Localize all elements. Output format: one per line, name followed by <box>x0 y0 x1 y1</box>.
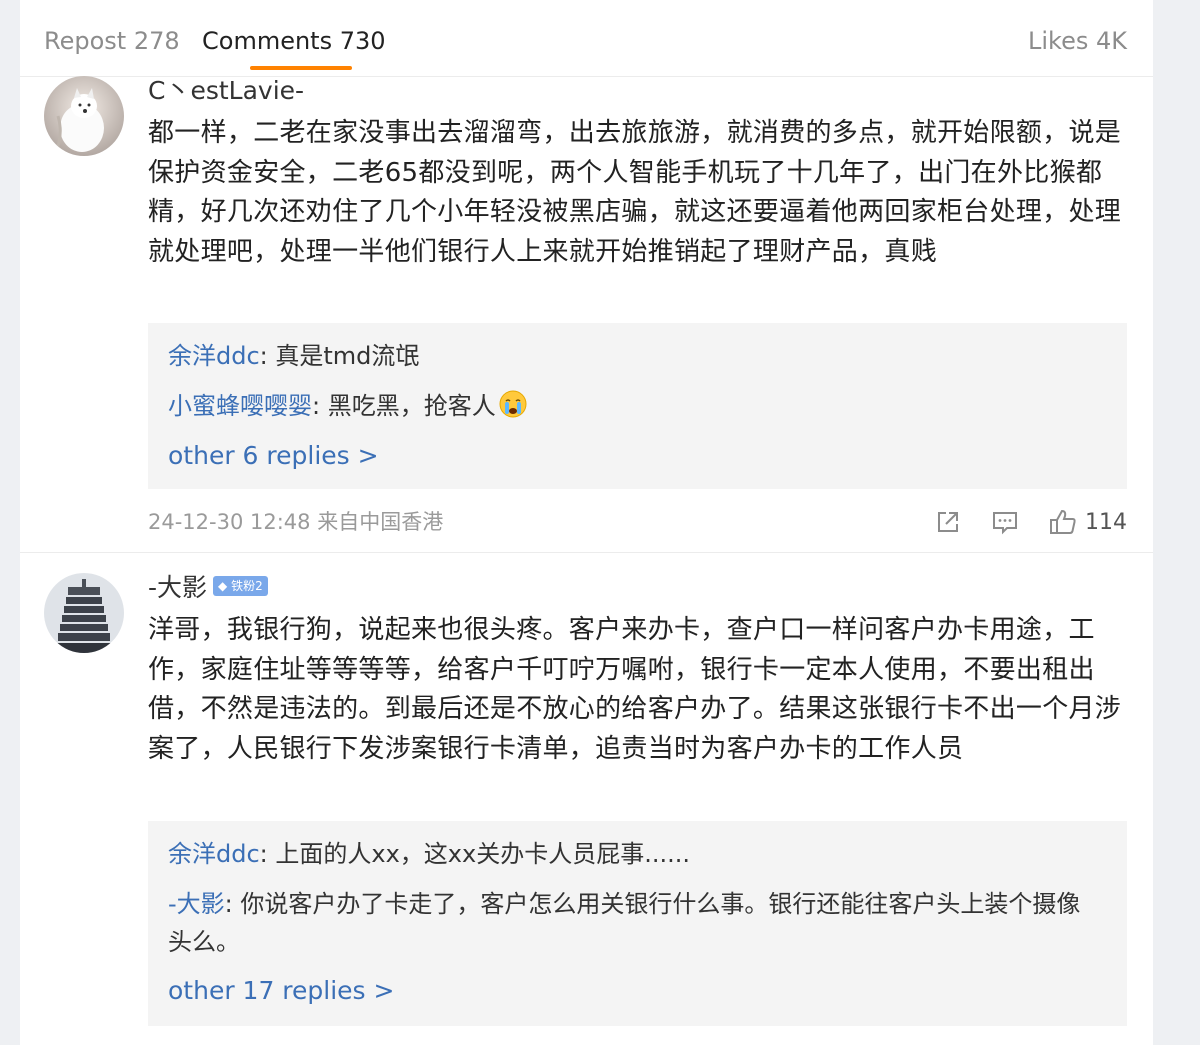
like-count: 114 <box>1085 509 1127 535</box>
avatar-dog-image <box>44 76 124 156</box>
comment-username[interactable]: -大影 <box>148 573 207 602</box>
reply-item: 小蜜蜂嘤嘤婴: 黑吃黑，抢客人 <box>168 387 1098 425</box>
comments-panel: Repost 278 Comments 730 Likes 4K C丶estLa… <box>20 0 1153 1045</box>
comment-actions: 114 <box>935 507 1127 537</box>
comment-username-row: -大影 ◆ 铁粉2 <box>148 573 268 603</box>
comment-timestamp-location: 24-12-30 12:48 来自中国香港 <box>148 510 444 534</box>
more-replies-link[interactable]: other 17 replies > <box>168 975 394 1007</box>
tab-likes[interactable]: Likes 4K <box>1028 26 1127 56</box>
avatar[interactable] <box>44 76 124 156</box>
active-tab-indicator <box>250 66 352 70</box>
reply-text: : 黑吃黑，抢客人 <box>312 392 496 420</box>
tab-comments[interactable]: Comments 730 <box>202 26 386 56</box>
fan-badge-label: 铁粉2 <box>231 579 263 593</box>
comment-text: 都一样，二老在家没事出去溜溜弯，出去旅旅游，就消费的多点，就开始限额，说是保护资… <box>148 118 1122 267</box>
reply-item: 余洋ddc: 真是tmd流氓 <box>168 337 1098 375</box>
reply-text: : 真是tmd流氓 <box>259 342 420 370</box>
more-replies-link[interactable]: other 6 replies > <box>168 440 379 472</box>
reply-username[interactable]: 余洋ddc <box>168 840 260 868</box>
reply-username[interactable]: 小蜜蜂嘤嘤婴 <box>168 392 312 420</box>
thumbs-up-icon <box>1050 509 1076 534</box>
comment-button[interactable] <box>991 509 1019 535</box>
reply-text: : 你说客户办了卡走了，客户怎么用关银行什么事。银行还能往客户头上装个摄像头么。 <box>168 890 1081 956</box>
share-icon <box>938 512 958 532</box>
share-button[interactable] <box>935 509 961 535</box>
like-button[interactable]: 114 <box>1049 508 1127 536</box>
tab-repost[interactable]: Repost 278 <box>44 26 180 56</box>
reply-username[interactable]: -大影 <box>168 890 225 918</box>
reply-item: 余洋ddc: 上面的人xx，这xx关办卡人员屁事...... <box>168 835 1098 873</box>
avatar-pagoda-image <box>44 573 124 653</box>
reply-item: -大影: 你说客户办了卡走了，客户怎么用关银行什么事。银行还能往客户头上装个摄像… <box>168 885 1098 961</box>
comment-divider <box>20 552 1153 553</box>
reply-username[interactable]: 余洋ddc <box>168 342 260 370</box>
crying-emoji-icon <box>498 389 528 419</box>
comment-text: 洋哥，我银行狗，说起来也很头疼。客户来办卡，查户口一样问客户办卡用途，工作，家庭… <box>148 615 1122 764</box>
reply-box: 余洋ddc: 上面的人xx，这xx关办卡人员屁事...... -大影: 你说客户… <box>148 821 1127 1026</box>
comment-icon <box>993 512 1017 535</box>
reply-text: : 上面的人xx，这xx关办卡人员屁事...... <box>259 840 690 868</box>
tab-bar: Repost 278 Comments 730 Likes 4K <box>20 0 1153 77</box>
reply-box: 余洋ddc: 真是tmd流氓 小蜜蜂嘤嘤婴: 黑吃黑，抢客人 other 6 r… <box>148 323 1127 489</box>
avatar[interactable] <box>44 573 124 653</box>
comment-username[interactable]: C丶estLavie- <box>148 76 304 106</box>
fan-badge: ◆ 铁粉2 <box>213 576 268 596</box>
